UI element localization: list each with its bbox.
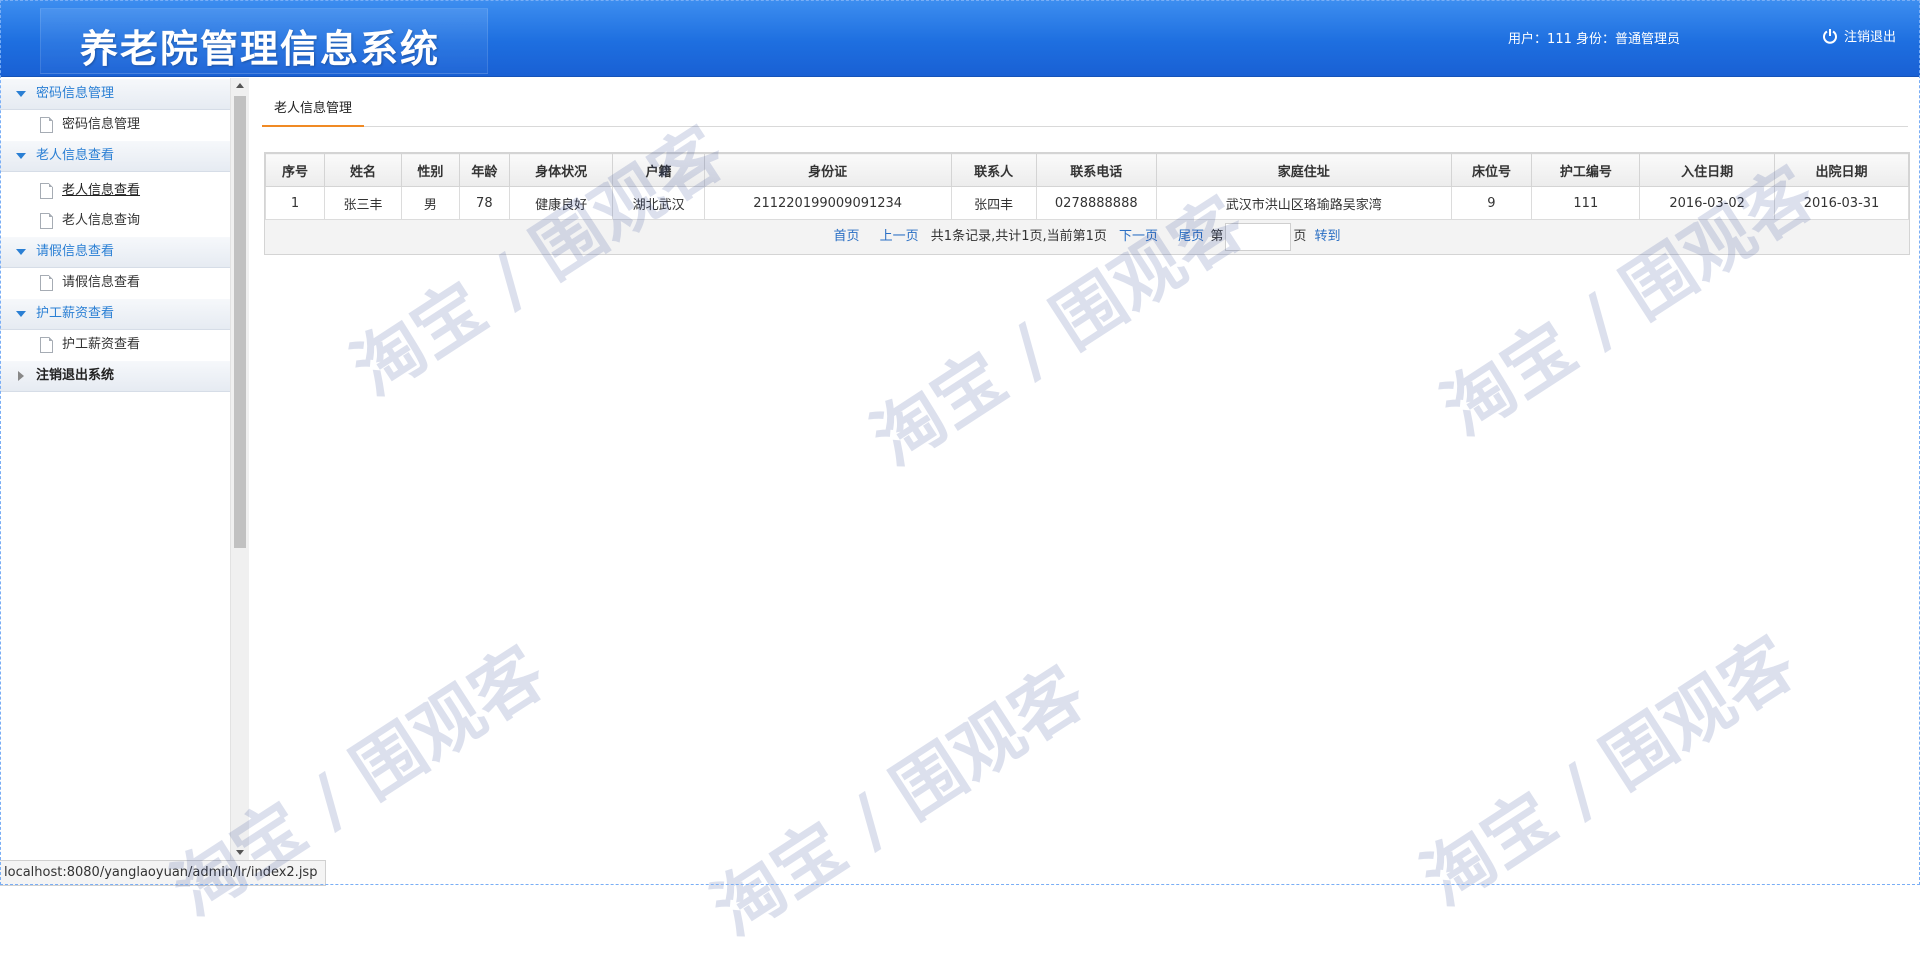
table-cell: 111	[1531, 186, 1641, 220]
table-cell: 9	[1450, 186, 1533, 220]
scroll-down-icon[interactable]	[236, 850, 244, 855]
menu-group-label: 密码信息管理	[36, 86, 115, 101]
scroll-up-icon[interactable]	[236, 83, 244, 88]
column-header: 年龄	[458, 153, 510, 187]
collapsed-arrow-icon	[18, 371, 24, 381]
sidebar-scrollbar[interactable]	[230, 78, 249, 885]
menu-group-label: 护工薪资查看	[36, 306, 115, 321]
page-number-input[interactable]	[1225, 222, 1292, 251]
column-header: 户籍	[612, 153, 705, 187]
document-icon	[40, 337, 53, 353]
menu-group-logout[interactable]: 注销退出系统	[0, 360, 230, 392]
expand-arrow-icon	[16, 249, 26, 255]
last-page-link[interactable]: 尾页	[1178, 229, 1204, 244]
menu-group-password[interactable]: 密码信息管理	[0, 78, 230, 110]
browser-status-bar: localhost:8080/yanglaoyuan/admin/lr/inde…	[0, 860, 327, 886]
document-icon	[40, 117, 53, 133]
sidebar-item-leave-view[interactable]: 请假信息查看	[0, 268, 230, 298]
data-grid: 序号 姓名 性别 年龄 身体状况 户籍 身份证 联系人 联系电话 家庭住址 床位…	[264, 152, 1910, 255]
next-page-link[interactable]: 下一页	[1119, 229, 1158, 244]
sidebar-item-elder-view[interactable]: 老人信息查看	[0, 176, 230, 206]
column-header: 性别	[400, 153, 460, 187]
table-cell: 武汉市洪山区珞瑜路吴家湾	[1155, 186, 1452, 220]
column-header: 身份证	[703, 153, 952, 187]
table-cell: 男	[400, 186, 460, 220]
tab-elder-manage[interactable]: 老人信息管理	[262, 94, 365, 127]
logout-button[interactable]: 注销退出	[1822, 26, 1896, 45]
sidebar-item-elder-query[interactable]: 老人信息查询	[0, 206, 230, 236]
document-icon	[40, 213, 53, 229]
sidebar-item-label: 请假信息查看	[62, 275, 141, 290]
menu-group-label: 请假信息查看	[36, 244, 115, 259]
sidebar-item-label: 护工薪资查看	[62, 337, 141, 352]
column-header: 床位号	[1450, 153, 1533, 187]
table-cell: 2016-03-02	[1639, 186, 1776, 220]
pagination: 首页 上一页 共1条记录,共计1页,当前第1页 下一页 尾页 第 页 转到	[265, 220, 1909, 254]
menu-group-salary[interactable]: 护工薪资查看	[0, 298, 230, 330]
sidebar-item-label: 密码信息管理	[62, 117, 141, 132]
table-cell: 张四丰	[950, 186, 1037, 220]
goto-page-link[interactable]: 转到	[1315, 229, 1341, 244]
power-icon	[1823, 28, 1837, 44]
sidebar-menu: 密码信息管理 密码信息管理 老人信息查看 老人信息查看 老人信息查询 请假信息查…	[0, 78, 230, 392]
expand-arrow-icon	[16, 91, 26, 97]
column-header: 身体状况	[508, 153, 614, 187]
table-cell: 湖北武汉	[612, 186, 705, 220]
scrollbar-thumb[interactable]	[234, 96, 246, 548]
expand-arrow-icon	[16, 311, 26, 317]
menu-group-label: 老人信息查看	[36, 148, 115, 163]
sidebar-item-label: 老人信息查看	[62, 183, 141, 198]
column-header: 出院日期	[1774, 153, 1909, 187]
document-icon	[40, 275, 53, 291]
menu-group-elder-view[interactable]: 老人信息查看	[0, 140, 230, 172]
page-suffix: 页	[1293, 229, 1307, 244]
elder-table: 序号 姓名 性别 年龄 身体状况 户籍 身份证 联系人 联系电话 家庭住址 床位…	[264, 153, 1909, 220]
tab-bar: 老人信息管理	[262, 94, 1908, 127]
column-header: 序号	[264, 153, 326, 187]
page-summary: 共1条记录,共计1页,当前第1页	[930, 229, 1107, 244]
column-header: 入住日期	[1639, 153, 1776, 187]
main-content: 老人信息管理 序号 姓名 性别 年龄 身体状况 户籍 身份证 联系人 联系电话 …	[262, 78, 1910, 878]
sidebar-item-password-manage[interactable]: 密码信息管理	[0, 110, 230, 140]
app-header: 养老院管理信息系统 用户：111 身份：普通管理员 注销退出	[0, 0, 1920, 77]
table-cell: 1	[264, 186, 326, 220]
column-header: 姓名	[324, 153, 402, 187]
user-info: 用户：111 身份：普通管理员	[1508, 32, 1680, 47]
expand-arrow-icon	[16, 153, 26, 159]
prev-page-link[interactable]: 上一页	[880, 229, 919, 244]
table-cell: 78	[458, 186, 510, 220]
sidebar-item-salary-view[interactable]: 护工薪资查看	[0, 330, 230, 360]
logout-label: 注销退出	[1843, 30, 1896, 45]
app-title: 养老院管理信息系统	[80, 27, 441, 71]
table-cell: 211220199009091234	[703, 186, 952, 220]
menu-group-leave[interactable]: 请假信息查看	[0, 236, 230, 268]
table-cell: 张三丰	[324, 186, 402, 220]
table-cell: 健康良好	[508, 186, 614, 220]
column-header: 护工编号	[1531, 153, 1641, 187]
table-cell: 0278888888	[1035, 186, 1157, 220]
first-page-link[interactable]: 首页	[833, 229, 859, 244]
table-cell: 2016-03-31	[1774, 186, 1909, 220]
sidebar: 密码信息管理 密码信息管理 老人信息查看 老人信息查看 老人信息查询 请假信息查…	[0, 78, 249, 885]
column-header: 联系人	[950, 153, 1037, 187]
sidebar-item-label: 老人信息查询	[62, 213, 141, 228]
table-row[interactable]: 1 张三丰 男 78 健康良好 湖北武汉 211220199009091234 …	[264, 186, 1909, 220]
column-header: 联系电话	[1035, 153, 1157, 187]
menu-group-label: 注销退出系统	[36, 368, 115, 383]
document-icon	[40, 183, 53, 199]
column-header: 家庭住址	[1155, 153, 1452, 187]
page-prefix: 第	[1210, 229, 1224, 244]
table-header-row: 序号 姓名 性别 年龄 身体状况 户籍 身份证 联系人 联系电话 家庭住址 床位…	[264, 153, 1909, 187]
